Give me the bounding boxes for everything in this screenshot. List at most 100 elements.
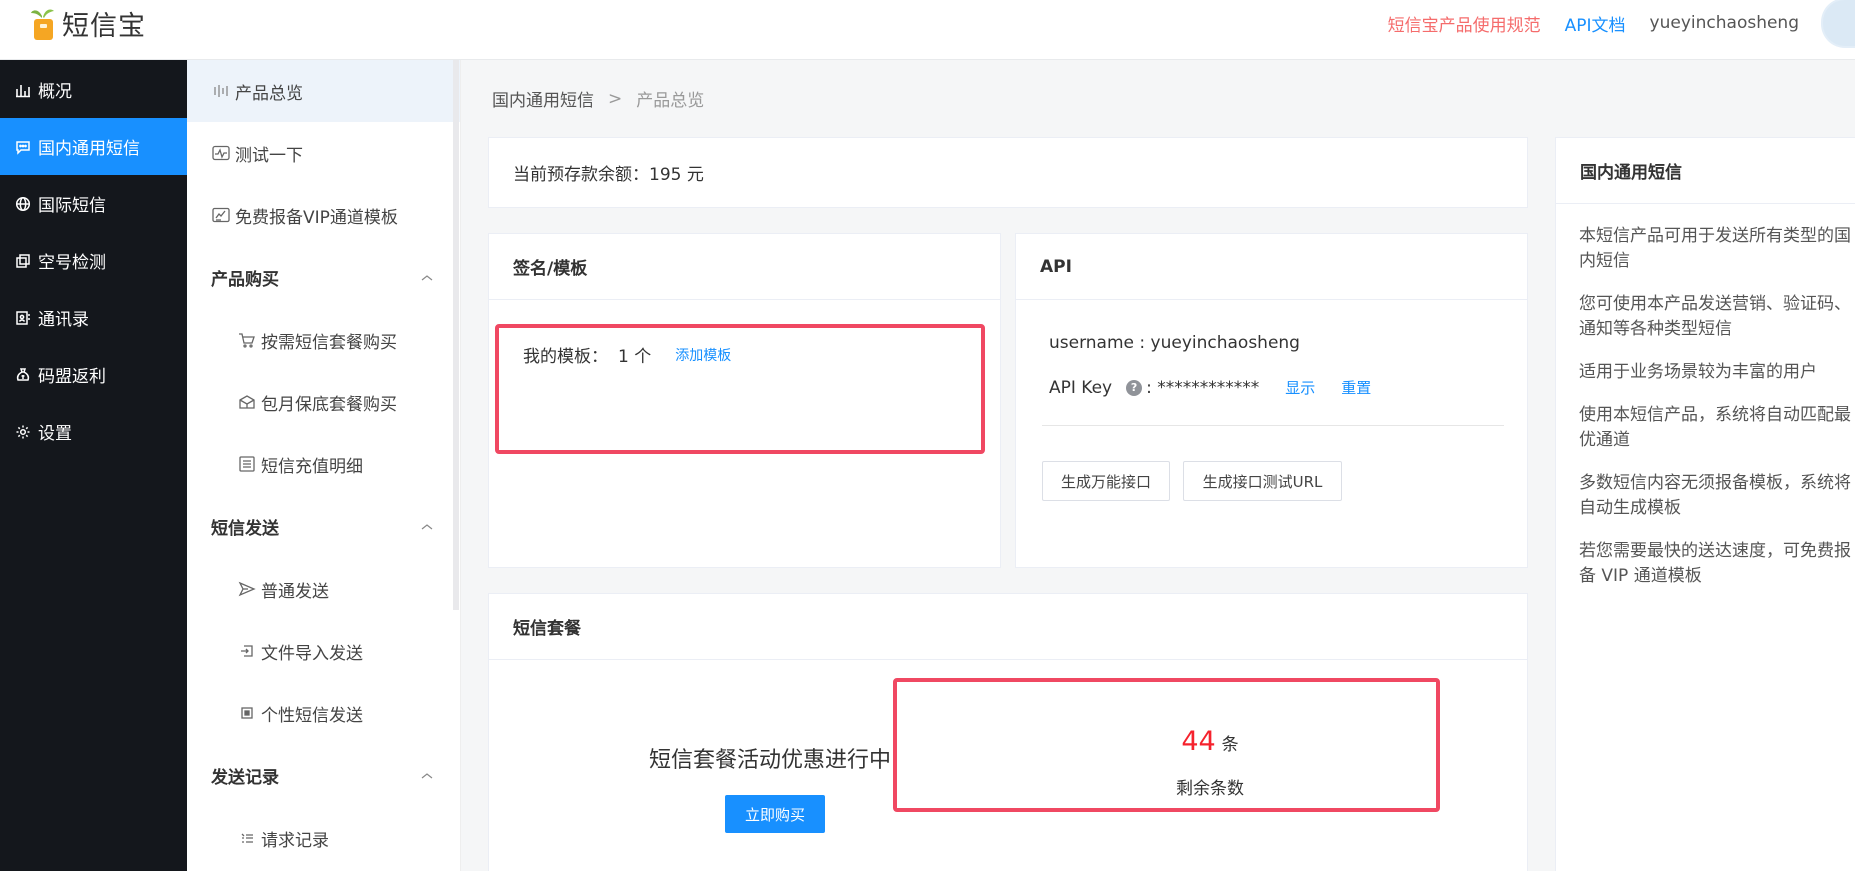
submenu-item-label: 按需短信套餐购买	[261, 332, 397, 353]
submenu-item-label: 包月保底套餐购买	[261, 394, 397, 415]
promo-text: 短信套餐活动优惠进行中	[649, 748, 892, 773]
breadcrumb-parent[interactable]: 国内通用短信	[492, 86, 594, 111]
reset-key-link[interactable]: 重置	[1341, 377, 1371, 398]
sidebar-item-label: 通讯录	[38, 310, 89, 330]
submenu-item-label: 请求记录	[261, 830, 329, 851]
sidebar-item-label: 设置	[38, 424, 72, 444]
sms-package-card: 短信套餐 短信套餐活动优惠进行中 立即购买 44 条 剩余条数	[488, 593, 1528, 871]
sidebar-item-overview[interactable]: 概况	[0, 61, 187, 118]
breadcrumb-separator: >	[608, 88, 623, 109]
submenu-item-label: 普通发送	[261, 581, 329, 602]
signature-template-card: 签名/模板 我的模板： 1 个 添加模板	[488, 233, 1001, 568]
globe-icon	[14, 195, 32, 213]
submenu-item-product-overview[interactable]: 产品总览	[187, 60, 460, 122]
submenu-scrollbar[interactable]	[453, 60, 459, 610]
square-dot-icon	[237, 703, 257, 723]
submenu-item-normal-send[interactable]: 普通发送	[187, 558, 460, 620]
import-icon	[237, 641, 257, 661]
chevron-up-icon	[420, 273, 434, 283]
package-card-title: 短信套餐	[489, 594, 1527, 660]
breadcrumb-current: 产品总览	[636, 91, 705, 111]
info-paragraph: 若您需要最快的送达速度，可免费报备 VIP 通道模板	[1579, 541, 1851, 586]
balance-text: 当前预存款余额：195 元	[513, 165, 704, 185]
info-paragraph: 使用本短信产品，系统将自动匹配最优通道	[1579, 405, 1851, 450]
sidebar-item-contacts[interactable]: 通讯录	[0, 289, 187, 346]
submenu-group-label: 产品购买	[211, 270, 279, 290]
api-card: API username : yueyinchaosheng API Key ?…	[1015, 233, 1528, 568]
info-panel-title: 国内通用短信	[1556, 138, 1855, 204]
submenu-group-label: 短信发送	[211, 519, 279, 539]
submenu-item-custom-send[interactable]: 个性短信发送	[187, 682, 460, 744]
my-template-row: 我的模板： 1 个 添加模板	[523, 342, 731, 367]
sidebar-item-label: 概况	[38, 82, 72, 102]
main-sidebar: 概况 国内通用短信 国际短信 空号检测 通讯录 码盟返利 设置	[0, 60, 187, 871]
copy-icon	[14, 252, 32, 270]
chevron-up-icon	[420, 771, 434, 781]
secondary-menu: 产品总览 测试一下 免费报备VIP通道模板 产品购买 按需短信套餐购买 包月保底…	[187, 60, 461, 871]
sidebar-item-label: 国际短信	[38, 196, 106, 216]
add-template-link[interactable]: 添加模板	[675, 345, 731, 365]
bar-chart-icon	[14, 81, 32, 99]
submenu-item-label: 短信充值明细	[261, 456, 363, 477]
generate-test-url-button[interactable]: 生成接口测试URL	[1183, 461, 1342, 501]
cart-icon	[237, 330, 257, 350]
sidebar-item-settings[interactable]: 设置	[0, 403, 187, 460]
info-paragraph: 本短信产品可用于发送所有类型的国内短信	[1579, 226, 1851, 271]
api-card-title: API	[1016, 234, 1527, 300]
sidebar-item-domestic-sms[interactable]: 国内通用短信	[0, 118, 187, 175]
submenu-item-label: 测试一下	[235, 145, 303, 166]
pulse-icon	[211, 143, 231, 163]
chart-doc-icon	[211, 205, 231, 225]
divider	[1042, 425, 1504, 426]
contacts-icon	[14, 309, 32, 327]
chevron-up-icon	[420, 522, 434, 532]
help-icon[interactable]: ?	[1126, 379, 1143, 396]
info-list: 本短信产品可用于发送所有类型的国内短信 您可使用本产品发送营销、验证码、通知等各…	[1556, 204, 1855, 589]
submenu-group-label: 发送记录	[211, 768, 279, 788]
logo-text: 短信宝	[62, 11, 146, 42]
submenu-item-label: 个性短信发送	[261, 705, 363, 726]
submenu-item-vip-template[interactable]: 免费报备VIP通道模板	[187, 184, 460, 246]
highlight-box	[893, 678, 1440, 812]
submenu-item-label: 产品总览	[235, 83, 303, 104]
signature-card-title: 签名/模板	[489, 234, 1000, 300]
sidebar-item-number-check[interactable]: 空号检测	[0, 232, 187, 289]
submenu-item-on-demand-package[interactable]: 按需短信套餐购买	[187, 309, 460, 371]
api-key-value: : ************	[1146, 377, 1260, 398]
my-template-label: 我的模板：	[523, 347, 608, 367]
sidebar-item-label: 国内通用短信	[38, 139, 140, 159]
generate-universal-api-button[interactable]: 生成万能接口	[1042, 461, 1170, 501]
submenu-group-purchase[interactable]: 产品购买	[187, 246, 460, 309]
submenu-group-send[interactable]: 短信发送	[187, 495, 460, 558]
api-key-line: API Key ? : ************ 显示 重置	[1049, 377, 1371, 398]
submenu-item-recharge-detail[interactable]: 短信充值明细	[187, 433, 460, 495]
api-key-label: API Key	[1049, 377, 1113, 398]
gift-box-icon	[237, 392, 257, 412]
submenu-item-label: 文件导入发送	[261, 643, 363, 664]
money-bag-icon	[14, 366, 32, 384]
api-docs-link[interactable]: API文档	[1565, 11, 1626, 36]
logo-icon	[28, 6, 58, 42]
info-paragraph: 多数短信内容无须报备模板，系统将自动生成模板	[1579, 473, 1851, 518]
record-list-icon	[237, 828, 257, 848]
submenu-item-monthly-package[interactable]: 包月保底套餐购买	[187, 371, 460, 433]
show-key-link[interactable]: 显示	[1285, 377, 1315, 398]
sidebar-item-international-sms[interactable]: 国际短信	[0, 175, 187, 232]
api-username: username : yueyinchaosheng	[1049, 333, 1300, 353]
sidebar-item-rebate[interactable]: 码盟返利	[0, 346, 187, 403]
username-label[interactable]: yueyinchaosheng	[1650, 13, 1799, 33]
logo[interactable]: 短信宝	[28, 4, 146, 43]
usage-policy-link[interactable]: 短信宝产品使用规范	[1388, 11, 1541, 36]
submenu-item-file-import-send[interactable]: 文件导入发送	[187, 620, 460, 682]
info-paragraph: 您可使用本产品发送营销、验证码、通知等各种类型短信	[1579, 294, 1851, 339]
message-icon	[14, 138, 32, 156]
submenu-item-request-records[interactable]: 请求记录	[187, 807, 460, 869]
list-icon	[237, 454, 257, 474]
submenu-group-records[interactable]: 发送记录	[187, 744, 460, 807]
my-template-count: 1 个	[618, 347, 652, 367]
sidebar-item-label: 空号检测	[38, 253, 106, 273]
submenu-item-test[interactable]: 测试一下	[187, 122, 460, 184]
buy-now-button[interactable]: 立即购买	[725, 795, 825, 833]
info-paragraph: 适用于业务场景较为丰富的用户	[1579, 362, 1817, 382]
avatar[interactable]	[1821, 0, 1855, 48]
